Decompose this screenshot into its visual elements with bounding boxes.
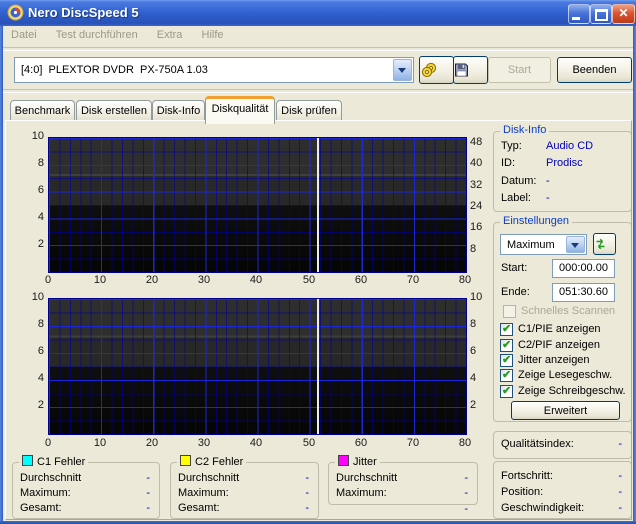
- menu-separator: [3, 47, 633, 51]
- quit-button[interactable]: Beenden: [557, 57, 632, 83]
- save-icon: [454, 63, 469, 78]
- close-button[interactable]: ✕: [612, 4, 635, 24]
- menu-extra[interactable]: Extra: [149, 26, 191, 41]
- maximize-icon: [595, 9, 608, 21]
- minimize-button[interactable]: [568, 4, 590, 24]
- maximize-button[interactable]: [590, 4, 612, 24]
- start-button[interactable]: Start: [488, 57, 551, 83]
- title-bar: Nero DiscSpeed 5 ✕: [0, 0, 636, 26]
- menu-hilfe[interactable]: Hilfe: [194, 26, 232, 41]
- tab-disk-pruefen[interactable]: Disk prüfen: [276, 100, 342, 121]
- drive-selector[interactable]: [4:0] PLEXTOR DVDR PX-750A 1.03: [14, 57, 414, 83]
- close-icon: ✕: [618, 6, 628, 20]
- start-button-label: Start: [489, 64, 550, 76]
- tab-page-panel: [5, 120, 632, 520]
- tab-diskqualitaet[interactable]: Diskqualität: [205, 96, 275, 124]
- tab-disk-erstellen[interactable]: Disk erstellen: [76, 100, 152, 121]
- drive-selector-value: [4:0] PLEXTOR DVDR PX-750A 1.03: [21, 64, 208, 76]
- menu-test-durchfuehren[interactable]: Test durchführen: [48, 26, 146, 41]
- discs-icon: [420, 62, 438, 78]
- app-icon: [7, 4, 24, 21]
- tab-disk-info[interactable]: Disk-Info: [152, 100, 205, 121]
- minimize-icon: [572, 17, 580, 20]
- toolbar-separator: [3, 89, 633, 93]
- app-window: Nero DiscSpeed 5 ✕ Datei Test durchführe…: [0, 0, 636, 524]
- save-button[interactable]: [453, 56, 488, 84]
- menu-bar: Datei Test durchführen Extra Hilfe: [3, 26, 633, 46]
- window-border-left: [0, 26, 3, 524]
- menu-datei[interactable]: Datei: [3, 26, 45, 41]
- window-title: Nero DiscSpeed 5: [28, 5, 139, 20]
- tab-benchmark[interactable]: Benchmark: [10, 100, 75, 121]
- chevron-down-icon[interactable]: [393, 59, 412, 81]
- discs-button[interactable]: [419, 56, 454, 84]
- quit-button-label: Beenden: [558, 64, 631, 76]
